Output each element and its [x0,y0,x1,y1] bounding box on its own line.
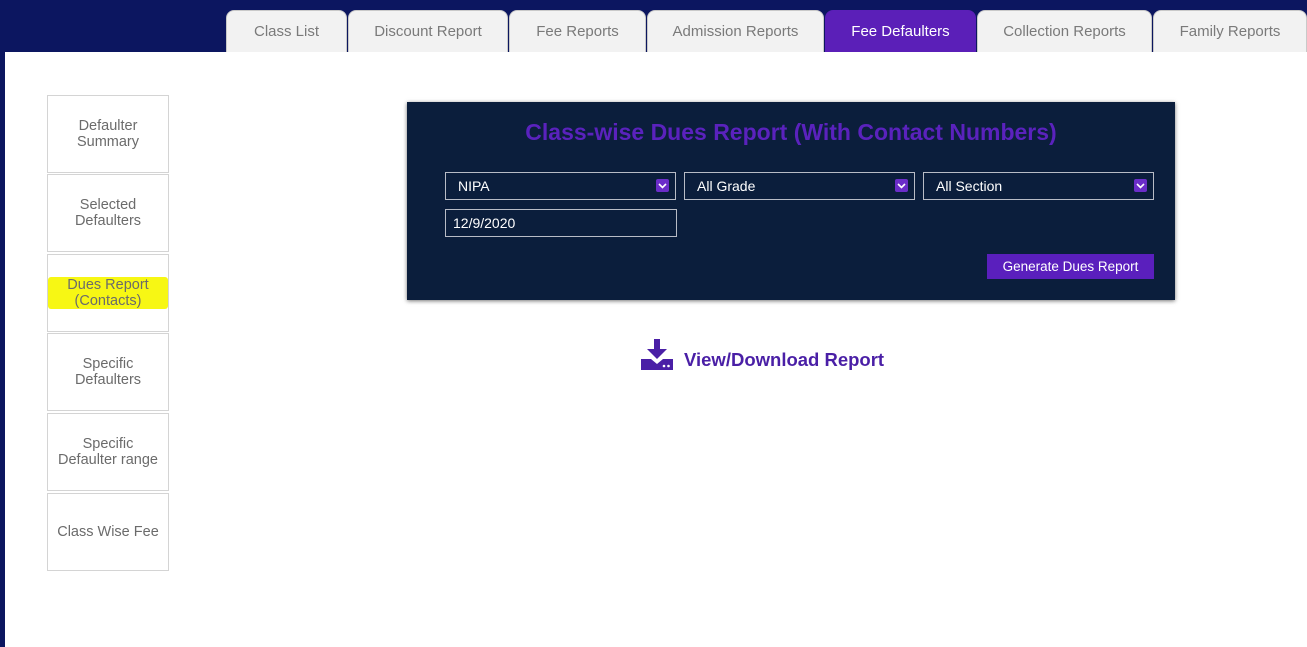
sidebar-item-label: Selected Defaulters [74,197,142,229]
sidebar-item-label: Specific Defaulters [74,356,142,388]
tab-fee-defaulters[interactable]: Fee Defaulters [825,10,976,52]
dues-report-panel: Class-wise Dues Report (With Contact Num… [407,102,1175,300]
grade-select-value: All Grade [697,178,756,194]
tab-fee-reports[interactable]: Fee Reports [509,10,646,52]
download-icon [640,338,674,376]
section-select[interactable]: All Section [923,172,1154,200]
tab-family-reports[interactable]: Family Reports [1153,10,1307,52]
sidebar-item-label: Dues Report (Contacts) [48,277,168,309]
grade-select[interactable]: All Grade [684,172,915,200]
sidebar-item-label: Class Wise Fee [57,524,159,540]
sidebar-item-selected-defaulters[interactable]: Selected Defaulters [47,174,169,252]
sidebar-item-specific-defaulter-range[interactable]: Specific Defaulter range [47,413,169,491]
date-field-value: 12/9/2020 [453,215,516,231]
tab-class-list[interactable]: Class List [226,10,347,52]
date-field[interactable]: 12/9/2020 [445,209,677,237]
tab-admission-reports[interactable]: Admission Reports [647,10,824,52]
section-select-value: All Section [936,178,1003,194]
sidebar-item-specific-defaulters[interactable]: Specific Defaulters [47,333,169,411]
campus-select-value: NIPA [458,178,490,194]
view-download-report-link[interactable]: View/Download Report [640,338,885,376]
main-content: Defaulter Summary Selected Defaulters Du… [5,52,1307,647]
sidebar-item-class-wise-fee[interactable]: Class Wise Fee [47,493,169,571]
top-nav-bar: Class List Discount Report Fee Reports A… [0,0,1307,52]
download-label: View/Download Report [684,349,885,370]
campus-select[interactable]: NIPA [445,172,676,200]
sidebar-item-label: Defaulter Summary [76,118,140,150]
sidebar-item-defaulter-summary[interactable]: Defaulter Summary [47,95,169,173]
chevron-down-icon [895,179,908,192]
chevron-down-icon [656,179,669,192]
chevron-down-icon [1134,179,1147,192]
sidebar-item-dues-report-contacts[interactable]: Dues Report (Contacts) [47,254,169,332]
tab-discount-report[interactable]: Discount Report [348,10,508,52]
generate-dues-report-button[interactable]: Generate Dues Report [987,254,1154,279]
tab-collection-reports[interactable]: Collection Reports [977,10,1152,52]
sidebar-item-label: Specific Defaulter range [58,436,158,468]
panel-title: Class-wise Dues Report (With Contact Num… [525,119,1057,145]
